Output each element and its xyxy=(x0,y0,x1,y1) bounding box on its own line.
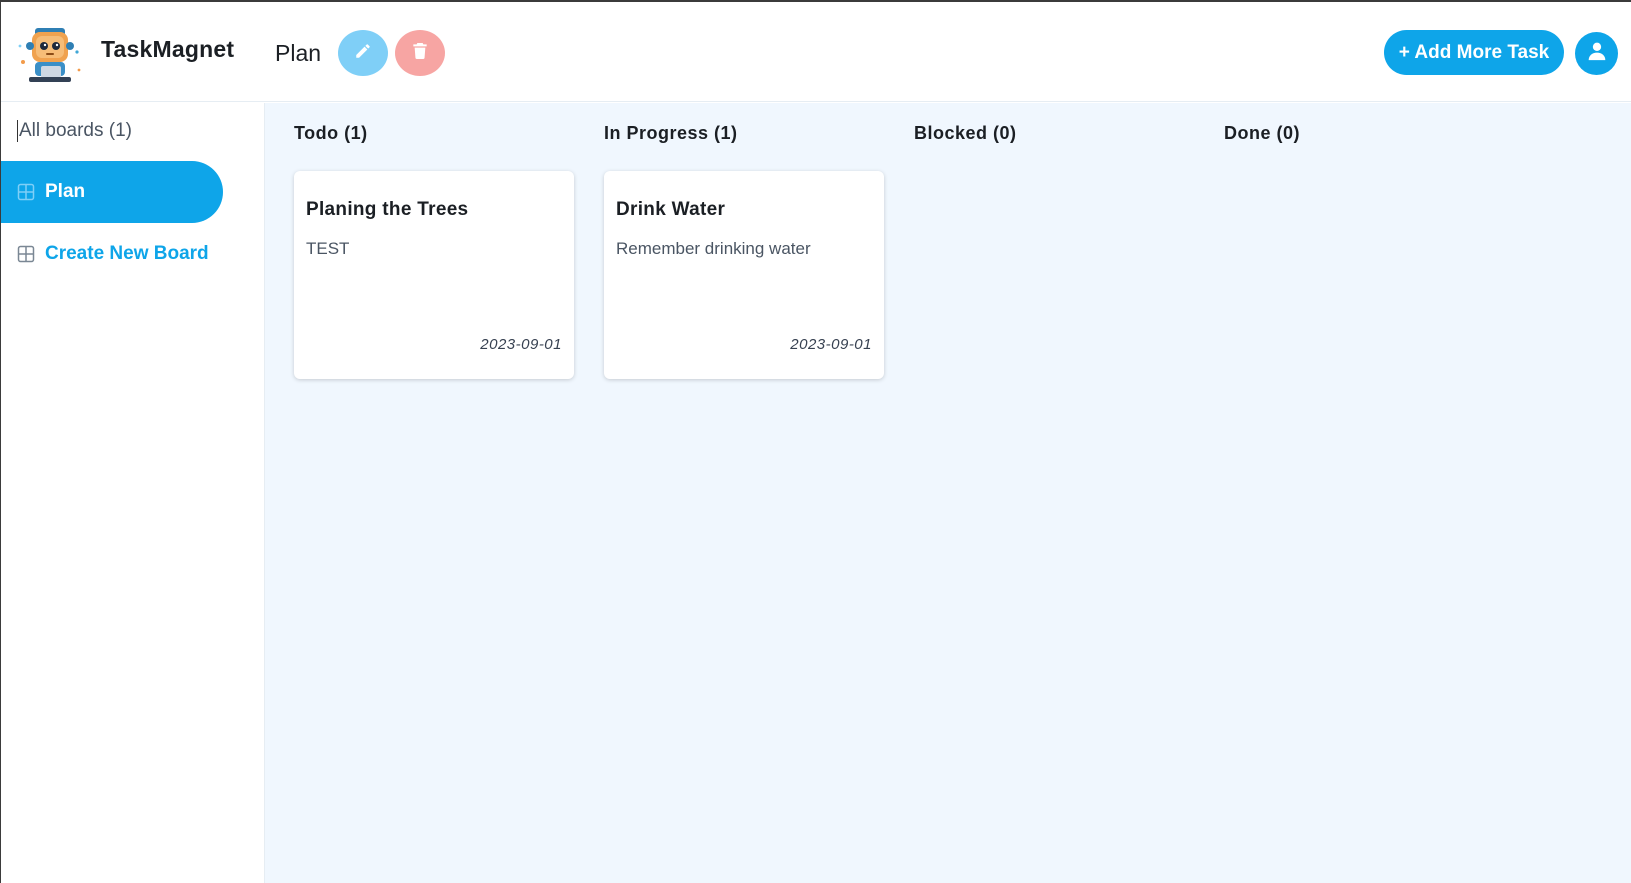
board-icon xyxy=(17,245,35,263)
page-scrollbar[interactable] xyxy=(1625,103,1631,883)
board-icon xyxy=(17,183,35,201)
column-todo: Todo (1) Planing the Trees TEST 2023-09-… xyxy=(294,123,574,379)
sidebar-item-plan[interactable]: Plan xyxy=(1,161,223,223)
task-date: 2023-09-01 xyxy=(480,336,562,353)
app-header: TaskMagnet Plan + Add More Task xyxy=(1,2,1631,102)
column-title: Todo (1) xyxy=(294,123,368,143)
user-avatar-button[interactable] xyxy=(1575,32,1618,75)
column-title: In Progress (1) xyxy=(604,123,738,143)
task-card[interactable]: Planing the Trees TEST 2023-09-01 xyxy=(294,171,574,379)
trash-icon xyxy=(412,42,428,65)
all-boards-heading: All boards (1) xyxy=(17,120,132,142)
task-card[interactable]: Drink Water Remember drinking water 2023… xyxy=(604,171,884,379)
delete-board-button[interactable] xyxy=(395,30,445,76)
sidebar-item-label: Create New Board xyxy=(45,243,209,264)
task-description: Remember drinking water xyxy=(616,239,811,258)
sidebar-item-label: Plan xyxy=(45,181,86,202)
create-new-board-button[interactable]: Create New Board xyxy=(1,223,223,285)
add-more-task-button[interactable]: + Add More Task xyxy=(1384,30,1564,75)
column-blocked: Blocked (0) xyxy=(914,123,1194,153)
robot-mascot-icon[interactable] xyxy=(15,22,85,88)
board-area: Todo (1) Planing the Trees TEST 2023-09-… xyxy=(264,103,1631,883)
task-date: 2023-09-01 xyxy=(790,336,872,353)
task-title: Drink Water xyxy=(616,199,726,220)
column-title: Blocked (0) xyxy=(914,123,1017,143)
column-in-progress: In Progress (1) Drink Water Remember dri… xyxy=(604,123,884,379)
edit-board-button[interactable] xyxy=(338,30,388,76)
app-brand-name: TaskMagnet xyxy=(101,36,235,62)
board-title: Plan xyxy=(275,40,322,66)
pencil-icon xyxy=(354,42,372,65)
sidebar: All boards (1) Plan Create New Board xyxy=(1,103,264,883)
task-description: TEST xyxy=(306,239,350,258)
column-title: Done (0) xyxy=(1224,123,1300,143)
column-done: Done (0) xyxy=(1224,123,1504,153)
user-icon xyxy=(1587,41,1607,66)
task-title: Planing the Trees xyxy=(306,199,469,220)
